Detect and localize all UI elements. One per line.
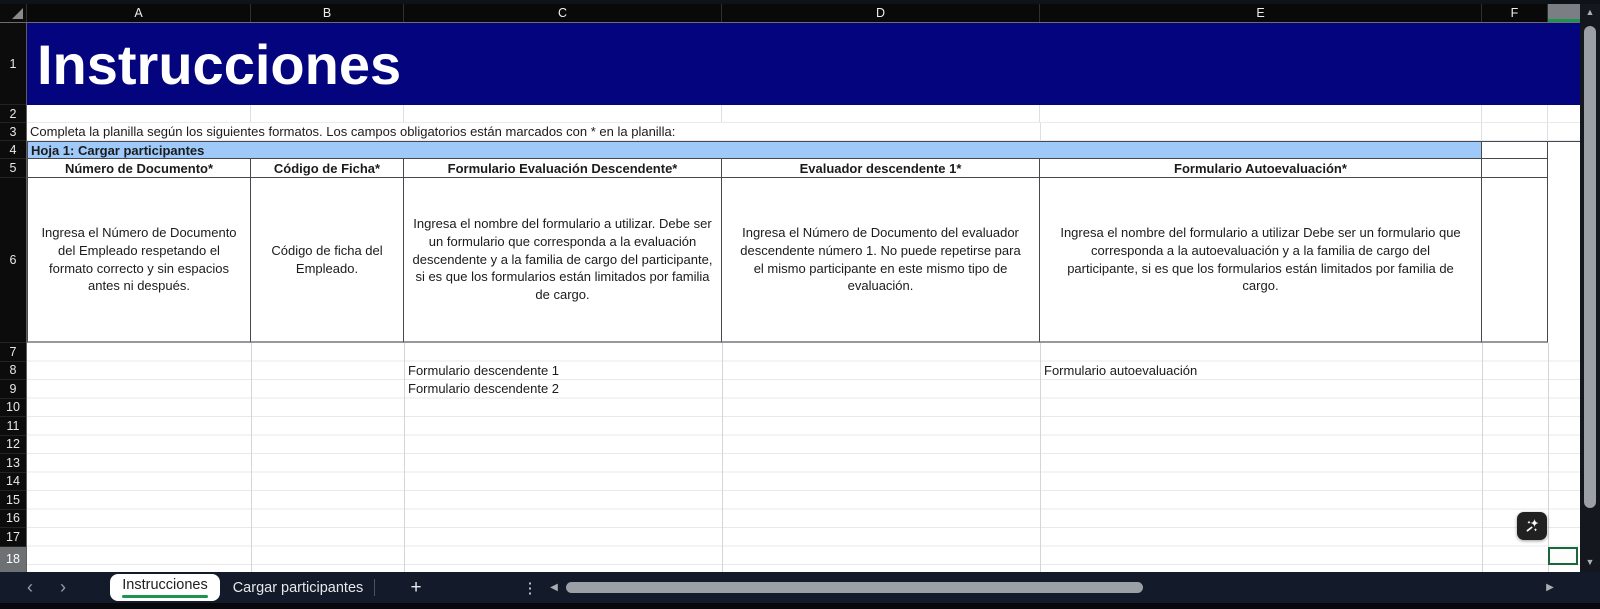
page-title: Instrucciones — [27, 32, 401, 97]
desc-formulario-descendente[interactable]: Ingresa el nombre del formulario a utili… — [404, 178, 722, 343]
desc-numero-documento[interactable]: Ingresa el Número de Documento del Emple… — [27, 178, 251, 343]
row-header-6[interactable]: 6 — [0, 178, 26, 343]
gridline-c-d — [722, 343, 723, 572]
sheet-menu-kebab-icon[interactable]: ⋮ — [516, 572, 544, 603]
gridline-d-e — [1040, 343, 1041, 572]
column-header-g-selected[interactable] — [1548, 4, 1580, 22]
prev-sheet-icon[interactable]: ‹ — [17, 572, 43, 603]
cell-g4[interactable] — [1548, 142, 1580, 159]
hscroll-right-icon[interactable]: ▶ — [1542, 572, 1558, 603]
vertical-scrollbar[interactable]: ▲ ▼ — [1580, 4, 1600, 572]
column-header-d[interactable]: D — [722, 4, 1040, 22]
row-header-11[interactable]: 11 — [0, 417, 26, 436]
desc-formulario-autoevaluacion[interactable]: Ingresa el nombre del formulario a utili… — [1040, 178, 1482, 343]
sheet-row-4: Hoja 1: Cargar participantes — [27, 141, 1580, 159]
row-header-14[interactable]: 14 — [0, 473, 26, 492]
header-codigo-ficha[interactable]: Código de Ficha* — [251, 159, 404, 178]
cell-c9-value[interactable]: Formulario descendente 2 — [408, 380, 559, 399]
row-header-8[interactable]: 8 — [0, 362, 26, 381]
tab-instrucciones[interactable]: Instrucciones — [110, 574, 220, 601]
sheet-row-5-table-headers: Número de Documento* Código de Ficha* Fo… — [27, 159, 1580, 178]
column-header-e[interactable]: E — [1040, 4, 1482, 22]
add-sheet-button[interactable]: + — [398, 572, 434, 603]
header-formulario-autoevaluacion[interactable]: Formulario Autoevaluación* — [1040, 159, 1482, 178]
cell-f5[interactable] — [1482, 159, 1548, 178]
scroll-down-icon[interactable]: ▼ — [1580, 554, 1600, 570]
active-tab-underline — [122, 595, 208, 598]
cell-a3-intro[interactable]: Completa la planilla según los siguiente… — [27, 123, 1040, 140]
sheet-tab-bar: ‹ › Instrucciones Cargar participantes +… — [0, 572, 1600, 603]
row-header-column: 1 2 3 4 5 6 7 8 9 10 11 12 13 14 15 16 1… — [0, 23, 27, 572]
tab-separator — [374, 579, 375, 596]
gridline-e-f — [1482, 343, 1483, 572]
vertical-scrollbar-thumb[interactable] — [1584, 26, 1596, 508]
row-header-12[interactable]: 12 — [0, 436, 26, 455]
hscroll-left-icon[interactable]: ◀ — [546, 572, 562, 603]
cell-g2[interactable] — [1548, 105, 1580, 122]
selected-cell-g18[interactable] — [1548, 547, 1578, 565]
sheet-row-6-descriptions: Ingresa el Número de Documento del Emple… — [27, 178, 1580, 343]
cell-f4[interactable] — [1482, 142, 1548, 159]
cell-g6[interactable] — [1548, 178, 1580, 343]
sheet-row-2 — [27, 105, 1580, 123]
grid-lower-rows[interactable]: Formulario descendente 1 Formulario desc… — [27, 343, 1580, 572]
gridline-a-b — [251, 343, 252, 572]
row-header-10[interactable]: 10 — [0, 399, 26, 418]
row-header-16[interactable]: 16 — [0, 510, 26, 529]
horizontal-scrollbar-thumb[interactable] — [566, 582, 1143, 593]
cell-e8-value[interactable]: Formulario autoevaluación — [1044, 362, 1197, 381]
cell-e2[interactable] — [1040, 105, 1482, 122]
cell-a1-title-banner[interactable]: Instrucciones — [27, 23, 1580, 105]
header-evaluador-descendente[interactable]: Evaluador descendente 1* — [722, 159, 1040, 178]
cell-a4-section-header[interactable]: Hoja 1: Cargar participantes — [27, 142, 1482, 159]
sheet-row-3: Completa la planilla según los siguiente… — [27, 123, 1580, 141]
ai-sparkle-button[interactable] — [1517, 512, 1547, 540]
next-sheet-icon[interactable]: › — [50, 572, 76, 603]
header-numero-documento[interactable]: Número de Documento* — [27, 159, 251, 178]
scroll-up-icon[interactable]: ▲ — [1580, 4, 1600, 20]
window-bottom-strip — [0, 603, 1600, 609]
cell-c8-value[interactable]: Formulario descendente 1 — [408, 362, 559, 381]
cell-a2[interactable] — [27, 105, 251, 122]
gridline-b-c — [404, 343, 405, 572]
column-header-a[interactable]: A — [27, 4, 251, 22]
row-header-4[interactable]: 4 — [0, 141, 26, 159]
spreadsheet-app: A B C D E F 1 2 3 4 5 6 7 8 9 10 11 12 1… — [0, 0, 1600, 609]
desc-evaluador-descendente[interactable]: Ingresa el Número de Documento del evalu… — [722, 178, 1040, 343]
select-all-triangle-icon — [12, 8, 23, 19]
cell-e3[interactable] — [1040, 123, 1482, 140]
column-header-f[interactable]: F — [1482, 4, 1548, 22]
column-header-bar: A B C D E F — [0, 4, 1580, 23]
desc-codigo-ficha[interactable]: Código de ficha del Empleado. — [251, 178, 404, 343]
header-formulario-descendente[interactable]: Formulario Evaluación Descendente* — [404, 159, 722, 178]
row-header-3[interactable]: 3 — [0, 123, 26, 141]
row-header-15[interactable]: 15 — [0, 491, 26, 510]
row-header-5[interactable]: 5 — [0, 159, 26, 178]
row-header-2[interactable]: 2 — [0, 105, 26, 123]
tab-cargar-participantes[interactable]: Cargar participantes — [228, 572, 368, 603]
row-header-7[interactable]: 7 — [0, 343, 26, 362]
cell-d2[interactable] — [722, 105, 1040, 122]
cell-f3[interactable] — [1482, 123, 1548, 140]
gridline-f-g — [1548, 343, 1549, 572]
sparkle-icon — [1523, 517, 1541, 535]
cell-g3[interactable] — [1548, 123, 1580, 140]
row-header-13[interactable]: 13 — [0, 454, 26, 473]
row-header-17[interactable]: 17 — [0, 528, 26, 547]
cell-f2[interactable] — [1482, 105, 1548, 122]
row-header-18-selected[interactable]: 18 — [0, 547, 26, 573]
cell-b2[interactable] — [251, 105, 404, 122]
select-all-button[interactable] — [0, 4, 27, 22]
cell-g5[interactable] — [1548, 159, 1580, 178]
column-header-b[interactable]: B — [251, 4, 404, 22]
column-header-c[interactable]: C — [404, 4, 722, 22]
cell-f6[interactable] — [1482, 178, 1548, 343]
row-header-9[interactable]: 9 — [0, 380, 26, 399]
row-header-1[interactable]: 1 — [0, 23, 26, 105]
cell-c2[interactable] — [404, 105, 722, 122]
